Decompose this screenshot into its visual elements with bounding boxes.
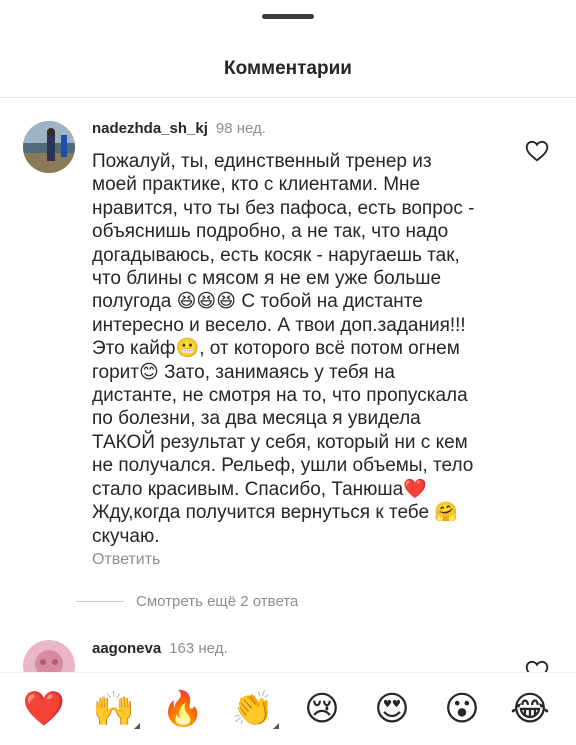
view-more-replies-button[interactable]: Смотреть ещё 2 ответа	[76, 591, 298, 611]
comment-text: Пожалуй, ты, единственный тренер из моей…	[92, 151, 475, 547]
comment-time: 98 нед.	[215, 120, 266, 137]
raising-hands-emoji-icon[interactable]: 🙌	[92, 687, 140, 731]
username[interactable]: aagoneva	[92, 640, 161, 657]
tears-of-joy-emoji-icon[interactable]: 😂	[508, 687, 552, 731]
comment-time: 163 нед.	[169, 640, 228, 657]
raising-hands-emoji-glyph: 🙌	[92, 689, 136, 729]
comment-header: aagoneva 163 нед.	[92, 640, 228, 657]
view-more-replies-label: Смотреть ещё 2 ответа	[136, 592, 299, 610]
reply-button[interactable]: Ответить	[92, 551, 160, 569]
crying-face-emoji-icon[interactable]: 😢	[300, 687, 344, 731]
fire-emoji-icon[interactable]: 🔥	[161, 687, 205, 731]
comment-header: nadezhda_sh_kj 98 нед.	[92, 120, 266, 137]
heart-emoji-icon[interactable]: ❤️	[22, 687, 66, 731]
avatar[interactable]	[23, 121, 75, 173]
reaction-emoji-bar: ❤️ 🙌 🔥 👏 😢 😍 😮 😂	[0, 672, 576, 745]
page-title: Комментарии	[224, 58, 352, 79]
username[interactable]: nadezhda_sh_kj	[92, 120, 208, 137]
clapping-hands-emoji-glyph: 👏	[231, 689, 275, 729]
skin-tone-indicator-icon	[273, 723, 279, 729]
clapping-hands-emoji-icon[interactable]: 👏	[231, 687, 279, 731]
skin-tone-indicator-icon	[134, 723, 140, 729]
surprised-face-emoji-icon[interactable]: 😮	[440, 687, 484, 731]
replies-divider-line	[76, 600, 124, 602]
heart-eyes-emoji-icon[interactable]: 😍	[370, 687, 414, 731]
comments-header: Комментарии	[0, 0, 576, 98]
like-heart-icon[interactable]	[524, 138, 550, 164]
